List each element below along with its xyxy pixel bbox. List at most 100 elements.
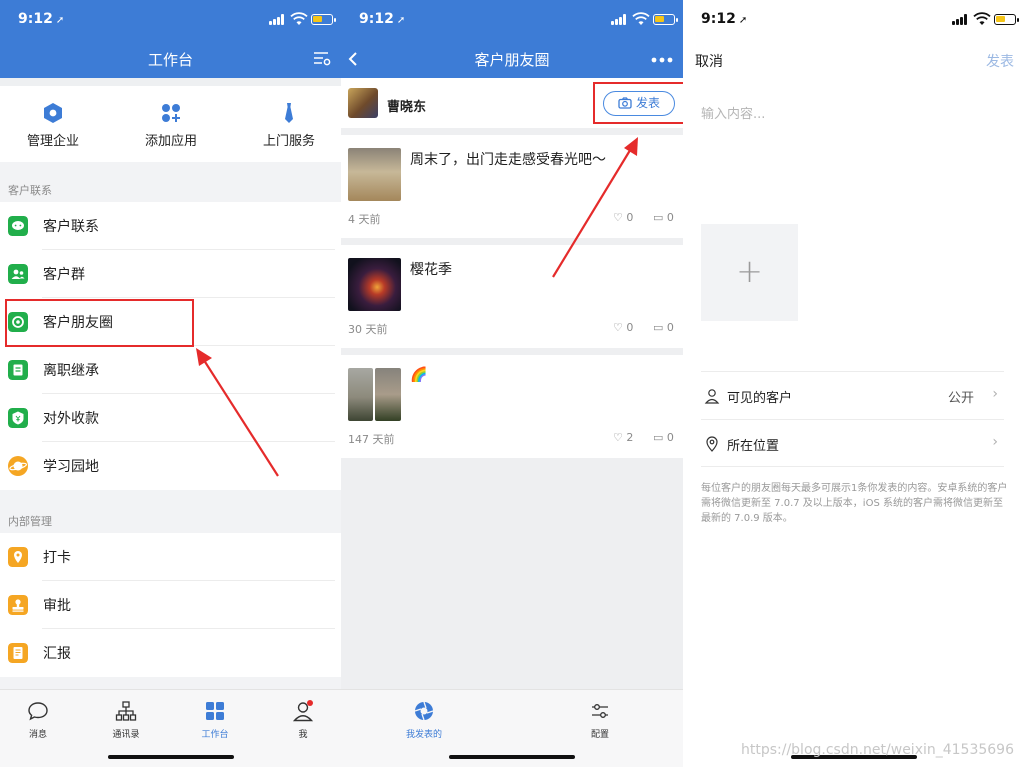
tab-label: 我发表的 [405,730,442,740]
workbench-screen: 9:12➚ 工作台 管理企业 添加应用 上门服务 客户联系 客户联系 客户群 [0,0,341,767]
tie-icon [285,103,293,123]
grid-icon [206,702,224,720]
menu-item-label: 对外收款 [43,411,99,427]
signal-icon [269,14,285,25]
user-name: 曹晓东 [387,100,427,115]
tab-bar: 消息 通讯录 工作台 我 [0,689,341,767]
like-count[interactable]: ♡ 0 [613,321,633,334]
checkin-icon [8,547,28,567]
sliders-icon [592,704,608,718]
location-arrow-icon: ➚ [55,15,65,26]
aperture-icon [414,701,434,721]
wifi-icon [290,12,308,25]
wifi-icon [973,12,991,25]
payment-icon [8,408,28,428]
tab-contacts[interactable]: 通讯录 [91,700,161,740]
content-input[interactable]: 输入内容... [701,103,765,122]
comment-count[interactable]: ▭ 0 [653,431,674,444]
plus-icon: + [736,252,763,290]
location-label: 所在位置 [727,439,780,454]
red-arrow-annotation [196,348,279,477]
highlight-box [5,299,194,347]
tab-bar: 我发表的 配置 [341,689,683,767]
post-image[interactable] [348,148,401,201]
status-time: 9:12 ➚ [18,11,65,27]
signal-icon [952,14,968,25]
location-row[interactable]: 所在位置 › [701,419,1004,467]
page-title: 客户朋友圈 [474,51,550,69]
person-icon [292,700,314,722]
info-note: 每位客户的朋友圈每天最多可展示1条你发表的内容。安卓系统的客户需将微信更新至 7… [701,483,1008,524]
menu-item-label: 审批 [43,598,71,614]
quick-action-add-app[interactable]: 添加应用 [116,102,226,149]
location-pin-icon [706,436,718,452]
document-icon [8,360,28,380]
internal-menu: 打卡 审批 汇报 [0,533,341,677]
tab-workbench[interactable]: 工作台 [180,700,250,740]
menu-item-approval[interactable]: 审批 [0,581,341,629]
menu-item-checkin[interactable]: 打卡 [0,533,341,581]
quick-action-label: 添加应用 [144,134,197,149]
tab-messages[interactable]: 消息 [3,700,73,740]
watermark: https://blog.csdn.net/weixin_41535696 [740,742,1014,758]
battery-icon [311,14,336,25]
highlight-box [593,82,683,124]
post-image[interactable] [375,368,401,421]
avatar[interactable] [348,88,378,118]
publish-button[interactable]: 发表 [986,51,1014,71]
red-arrow-annotation [552,137,638,278]
like-count[interactable]: ♡ 2 [613,431,633,444]
post-card[interactable]: 🌈 147 天前 ♡ 2 ▭ 0 [341,355,683,458]
menu-item-external-payment[interactable]: 对外收款 [0,394,341,442]
compose-screen: 9:12 ➚ 取消 发表 输入内容... + 可见的客户 公开 › 所在位置 › … [683,0,1024,767]
post-date: 30 天前 [348,323,388,336]
add-app-icon [162,104,180,122]
settings-menu-icon[interactable] [313,51,331,67]
quick-actions: 管理企业 添加应用 上门服务 [0,78,341,162]
add-image-button[interactable]: + [701,224,798,321]
location-arrow-icon: ➚ [738,15,748,26]
tab-my-posts[interactable]: 我发表的 [389,700,459,740]
tab-me[interactable]: 我 [268,700,338,740]
post-text: 🌈 [410,367,428,383]
group-icon [8,264,28,284]
tab-label: 配置 [590,730,609,740]
menu-item-resignation-inherit[interactable]: 离职继承 [0,346,341,394]
moments-screen: 9:12 ➚ 客户朋友圈 曹晓东 发表 周末了，出门走走感受春光吧～ 4 天前 ♡… [341,0,683,767]
post-image[interactable] [348,258,401,311]
visible-customers-label: 可见的客户 [727,391,793,406]
comment-count[interactable]: ▭ 0 [653,321,674,334]
more-options-icon[interactable] [651,57,673,63]
status-bar: 9:12 ➚ [0,0,341,40]
visible-customers-row[interactable]: 可见的客户 公开 › [701,371,1004,419]
menu-item-label: 打卡 [43,550,71,566]
menu-item-learning-garden[interactable]: 学习园地 [0,442,341,490]
status-bar: 9:12 ➚ [341,0,683,40]
menu-item-label: 汇报 [43,646,71,662]
visible-customers-value: 公开 [947,391,974,406]
section-header-internal: 内部管理 [0,501,341,533]
quick-action-onsite-service[interactable]: 上门服务 [234,102,341,149]
status-time: 9:12 ➚ [701,11,748,27]
heart-icon: ♡ [613,431,623,444]
post-image[interactable] [348,368,373,421]
comment-count[interactable]: ▭ 0 [653,211,674,224]
heart-icon: ♡ [613,321,623,334]
menu-item-customer-contact[interactable]: 客户联系 [0,202,341,250]
workbench-header: 9:12 ➚ 工作台 [0,0,341,78]
moments-header: 9:12 ➚ 客户朋友圈 [341,0,683,78]
status-time: 9:12 ➚ [359,11,406,27]
location-arrow-icon: ➚ [396,15,406,26]
message-bubble-icon [28,702,48,721]
battery-icon [994,14,1019,25]
quick-action-manage-company[interactable]: 管理企业 [0,102,108,149]
post-date: 147 天前 [348,433,395,446]
chevron-right-icon: › [992,386,998,402]
comment-icon: ▭ [653,321,664,334]
chevron-right-icon: › [992,434,998,450]
menu-item-report[interactable]: 汇报 [0,629,341,677]
page-title: 工作台 [147,51,193,69]
menu-item-customer-group[interactable]: 客户群 [0,250,341,298]
tab-config[interactable]: 配置 [565,700,635,740]
cancel-button[interactable]: 取消 [695,51,723,71]
